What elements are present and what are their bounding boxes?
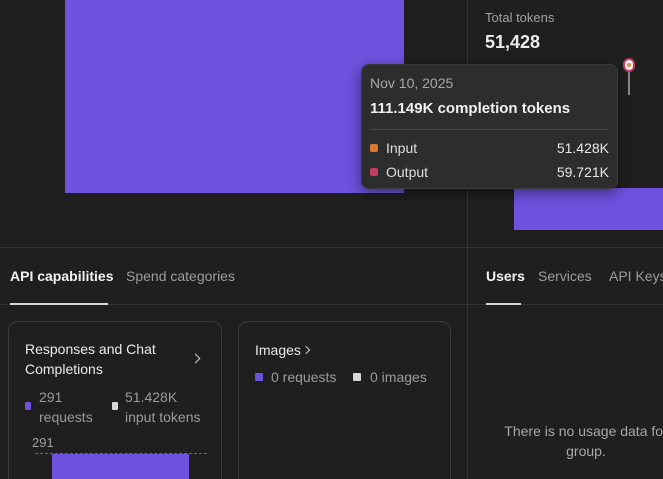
input-tokens-swatch-icon <box>112 402 118 410</box>
chart-marker-icon[interactable] <box>623 58 635 72</box>
tooltip-date: Nov 10, 2025 <box>370 75 454 91</box>
chevron-right-icon[interactable] <box>301 345 311 355</box>
requests-swatch-icon <box>25 402 31 410</box>
mini-chart-bar[interactable] <box>514 188 663 230</box>
legend-input-tokens: 51.428K input tokens <box>112 387 201 427</box>
tab-users[interactable]: Users <box>486 268 525 284</box>
legend-value: 291 <box>39 389 63 405</box>
legend-images: 0 images <box>353 367 427 387</box>
tooltip-row-label: Input <box>386 140 418 156</box>
legend-label: 0 images <box>370 369 427 385</box>
card-chart-bar[interactable] <box>52 454 189 479</box>
section-divider <box>0 247 663 248</box>
column-divider <box>467 247 468 479</box>
tooltip-row-input: Input 51.428K <box>370 138 609 158</box>
tab-api-capabilities[interactable]: API capabilities <box>10 268 113 284</box>
tab-services[interactable]: Services <box>538 268 592 284</box>
card-title[interactable]: Images <box>255 340 301 360</box>
tooltip-row-label: Output <box>386 164 429 180</box>
images-card[interactable]: Images 0 requests 0 images <box>238 321 451 479</box>
tooltip-row-value: 59.721K <box>556 164 609 180</box>
legend-requests: 0 requests <box>255 367 336 387</box>
chart-bar[interactable] <box>65 0 404 193</box>
tooltip-title: 111.149K completion tokens <box>370 100 571 117</box>
legend-label: input tokens <box>125 409 201 425</box>
chevron-right-icon[interactable] <box>190 353 201 364</box>
tooltip-row-output: Output 59.721K <box>370 162 609 182</box>
empty-state-message: There is no usage data for group. <box>504 423 663 459</box>
tab-spend-categories[interactable]: Spend categories <box>126 268 235 284</box>
tooltip-divider <box>370 129 609 130</box>
output-swatch-icon <box>370 168 378 176</box>
legend-requests: 291 requests <box>25 387 93 427</box>
responses-chat-card[interactable]: Responses and Chat Completions 291 reque… <box>8 321 222 479</box>
tab-api-keys[interactable]: API Keys <box>609 268 663 284</box>
tooltip-row-value: 51.428K <box>556 140 609 156</box>
legend-label: 0 requests <box>271 369 337 385</box>
input-swatch-icon <box>370 144 378 152</box>
legend-label: requests <box>39 409 93 425</box>
chart-tooltip: Nov 10, 2025 111.149K completion tokens … <box>361 64 618 189</box>
total-tokens-value: 51,428 <box>485 32 541 52</box>
legend-value: 51.428K <box>125 389 178 405</box>
requests-swatch-icon <box>255 373 263 381</box>
images-swatch-icon <box>353 373 361 381</box>
active-tab-indicator <box>10 303 108 305</box>
total-tokens-label: Total tokens <box>485 10 555 25</box>
active-tab-indicator <box>486 303 521 305</box>
card-title[interactable]: Responses and Chat Completions <box>25 339 185 379</box>
chart-max-label: 291 <box>32 435 54 450</box>
